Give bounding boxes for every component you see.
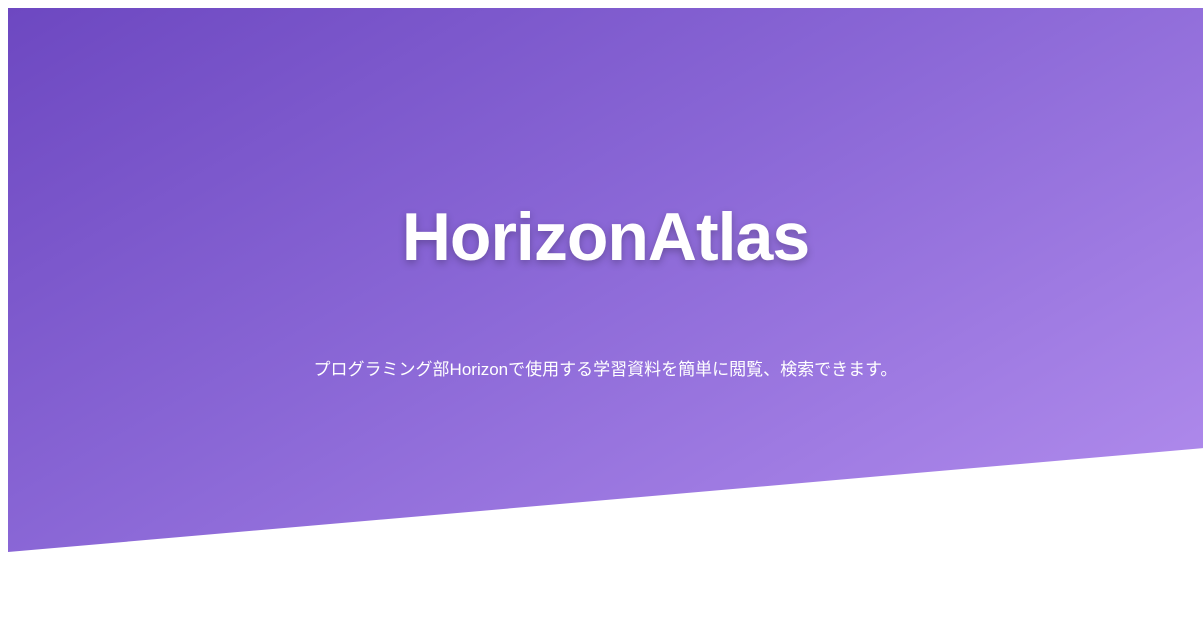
site-description: プログラミング部Horizonで使用する学習資料を簡単に閲覧、検索できます。 (313, 360, 898, 379)
hero-banner: HorizonAtlas プログラミング部Horizonで使用する学習資料を簡単… (8, 8, 1203, 552)
site-title: HorizonAtlas (401, 199, 810, 275)
